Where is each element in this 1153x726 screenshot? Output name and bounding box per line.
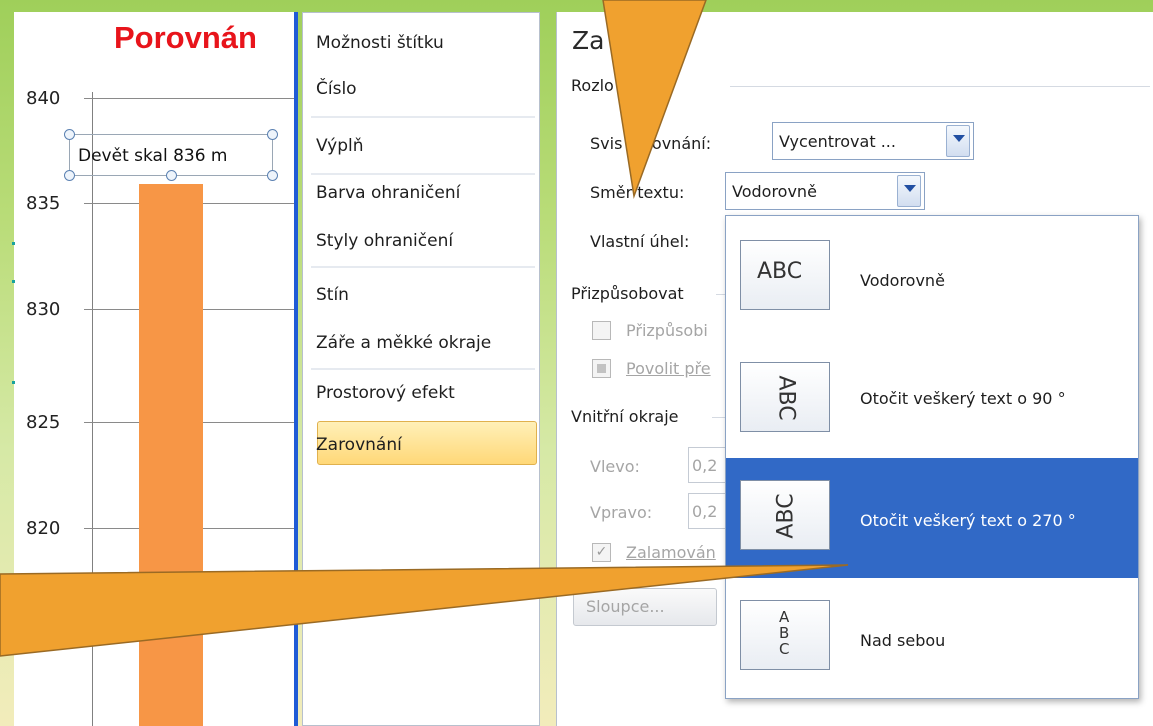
gridline	[84, 98, 296, 99]
text-direction-value: Vodorovně	[732, 182, 817, 201]
chart-area[interactable]: Porovnán 840 835 830 825 820 Devět skal …	[14, 12, 296, 726]
section-text-layout: Rozlo textu	[571, 76, 661, 95]
vertical-alignment-combo[interactable]: Vycentrovat ...	[772, 122, 974, 160]
separator	[311, 116, 535, 118]
autofit-checkbox[interactable]	[592, 321, 611, 340]
selection-handle[interactable]	[64, 170, 75, 181]
decoration-dot	[12, 242, 15, 245]
left-margin-spinner[interactable]: 0,2	[688, 447, 728, 483]
category-border-color[interactable]: Barva ohraničení	[316, 183, 540, 203]
left-margin-label: Vlevo:	[590, 457, 640, 476]
category-shadow[interactable]: Stín	[316, 285, 540, 305]
columns-button[interactable]: Sloupce...	[573, 588, 717, 626]
y-axis-line	[92, 92, 93, 726]
category-alignment[interactable]: Zarovnání	[316, 435, 540, 455]
pane-title: Za ání	[572, 26, 651, 55]
y-tick-label: 830	[26, 299, 61, 320]
option-horizontal[interactable]: ABC Vodorovně	[726, 218, 1138, 338]
y-tick-label: 840	[26, 88, 61, 109]
text-direction-label: Směr textu:	[590, 183, 685, 202]
bar-devet-skal[interactable]	[139, 184, 203, 726]
option-stacked[interactable]: A B C Nad sebou	[726, 578, 1138, 698]
option-label: Otočit veškerý text o 90 °	[860, 389, 1066, 408]
option-rotate-90[interactable]: ABC Otočit veškerý text o 90 °	[726, 338, 1138, 458]
y-tick-label: 835	[26, 193, 61, 214]
overflow-checkbox[interactable]	[592, 359, 611, 378]
preview-sample-text: ABC	[773, 375, 799, 421]
option-preview-rotate-90: ABC	[740, 362, 830, 432]
wrap-text-label: Zalamován	[626, 543, 716, 562]
category-fill[interactable]: Výplň	[316, 136, 540, 156]
option-rotate-270[interactable]: ABC Otočit veškerý text o 270 °	[726, 458, 1138, 578]
category-number[interactable]: Číslo	[316, 79, 540, 99]
selection-handle[interactable]	[64, 129, 75, 140]
chart-title[interactable]: Porovnán	[114, 20, 257, 56]
overflow-label: Povolit pře	[626, 359, 711, 378]
separator	[311, 173, 535, 175]
chevron-down-icon[interactable]	[946, 125, 970, 157]
option-label: Nad sebou	[860, 631, 946, 650]
option-preview-rotate-270: ABC	[740, 480, 830, 550]
selection-handle[interactable]	[166, 170, 177, 181]
y-tick-label: 825	[26, 412, 61, 433]
y-tick-label: 820	[26, 518, 61, 539]
preview-sample-text: ABC	[757, 259, 803, 284]
separator	[311, 368, 535, 370]
category-glow-soft-edges[interactable]: Záře a měkké okraje	[316, 333, 540, 353]
section-internal-margins: Vnitřní okraje	[571, 407, 679, 426]
section-divider	[712, 417, 726, 418]
category-label-options[interactable]: Možnosti štítku	[316, 33, 540, 53]
chevron-down-icon[interactable]	[897, 175, 921, 207]
section-autofit: Přizpůsobovat	[571, 284, 684, 303]
custom-angle-label: Vlastní úhel:	[590, 232, 690, 251]
data-label[interactable]: Devět skal 836 m	[78, 146, 228, 166]
decoration-dot	[12, 381, 15, 384]
right-margin-spinner[interactable]: 0,2	[688, 493, 728, 529]
decoration-dot	[12, 280, 15, 283]
vertical-alignment-label: Svis zarovnání:	[590, 134, 712, 153]
option-label: Vodorovně	[860, 271, 945, 290]
selection-handle[interactable]	[267, 129, 278, 140]
preview-sample-text: A B C	[779, 608, 790, 658]
option-preview-horizontal: ABC	[740, 240, 830, 310]
section-divider	[730, 86, 1150, 87]
option-preview-stacked: A B C	[740, 600, 830, 670]
option-label: Otočit veškerý text o 270 °	[860, 511, 1076, 530]
format-categories-list: Možnosti štítku Číslo Výplň Barva ohrani…	[302, 12, 540, 726]
pane-divider	[294, 12, 298, 726]
preview-sample-text: ABC	[773, 493, 799, 539]
selection-handle[interactable]	[267, 170, 278, 181]
autofit-label: Přizpůsobi	[626, 321, 708, 340]
category-border-styles[interactable]: Styly ohraničení	[316, 231, 540, 251]
vertical-alignment-value: Vycentrovat ...	[779, 132, 896, 151]
separator	[311, 266, 535, 268]
wrap-text-checkbox[interactable]: ✓	[592, 543, 611, 562]
text-direction-combo[interactable]: Vodorovně	[725, 172, 925, 210]
category-3d-format[interactable]: Prostorový efekt	[316, 383, 540, 403]
right-margin-label: Vpravo:	[590, 503, 653, 522]
text-direction-dropdown[interactable]: ABC Vodorovně ABC Otočit veškerý text o …	[725, 215, 1139, 699]
